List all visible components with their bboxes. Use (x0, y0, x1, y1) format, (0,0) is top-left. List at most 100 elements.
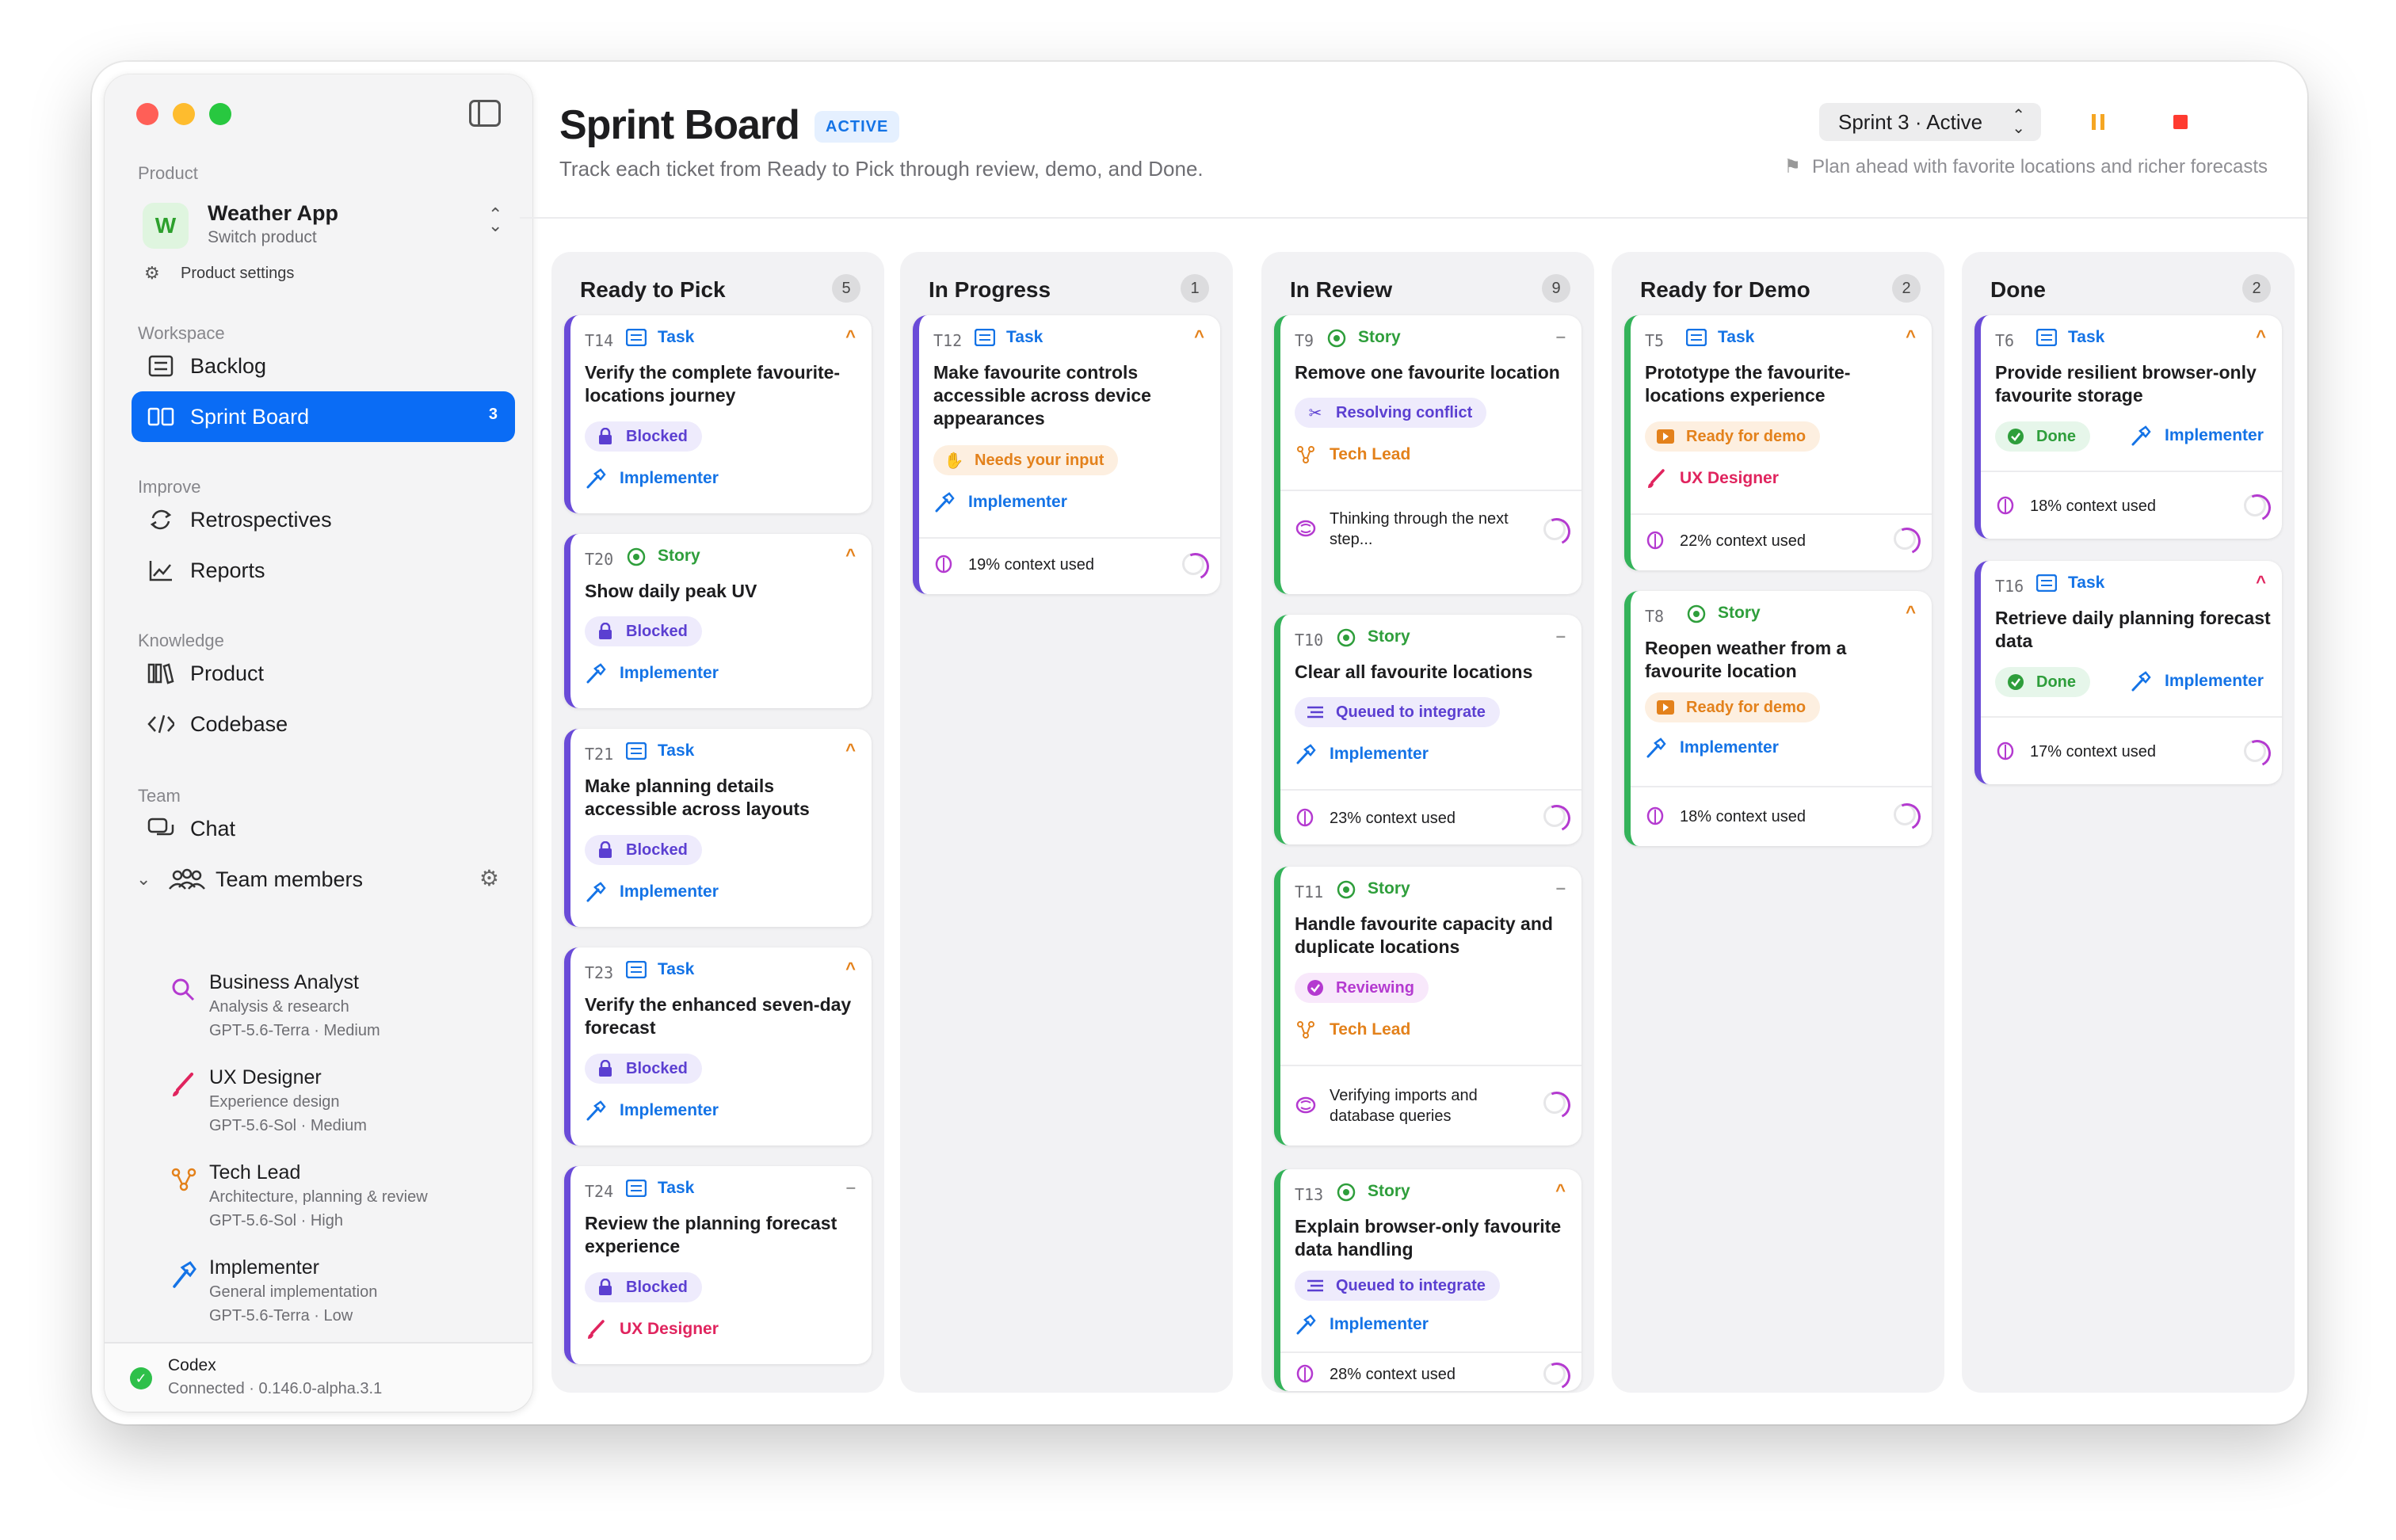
sidebar-item-label: Reports (190, 558, 265, 582)
ticket-card-t12[interactable]: T12 Task ^ Make favourite controls acces… (913, 315, 1220, 594)
assignee-role: Implementer (2130, 670, 2264, 692)
sidebar-item-retrospectives[interactable]: Retrospectives (132, 494, 515, 545)
ticket-card-t5[interactable]: T5 Task ^ Prototype the favourite-locati… (1624, 315, 1932, 570)
ticket-type: Task (2036, 574, 2104, 593)
ticket-type: Story (1326, 328, 1401, 348)
assignee-role: UX Designer (1645, 467, 1779, 490)
sidebar-item-label: Codebase (190, 711, 288, 736)
sprint-select-value: Sprint 3 · Active (1838, 109, 1983, 134)
sidebar-toggle-icon[interactable] (469, 100, 501, 127)
column-ready-to-pick: Ready to Pick 5 T14 Task ^ Verify the co… (551, 252, 884, 1393)
ticket-title: Verify the enhanced seven-day forecast (585, 994, 852, 1038)
brain-icon (1645, 531, 1665, 551)
status-badge: Ready for demo (1645, 692, 1821, 722)
ticket-card-t11[interactable]: T11 Story – Handle favourite capacity an… (1274, 867, 1581, 1145)
ticket-card-t24[interactable]: T24 Task – Review the planning forecast … (564, 1166, 872, 1364)
progress-spinner (1543, 1092, 1566, 1114)
ticket-type: Story (626, 547, 700, 566)
sidebar-item-backlog[interactable]: Backlog (132, 341, 515, 391)
story-icon (626, 547, 647, 566)
header-divider (520, 217, 2307, 219)
product-switch-label[interactable]: Switch product (208, 228, 317, 247)
minimize-window-button[interactable] (173, 103, 195, 125)
ticket-card-t14[interactable]: T14 Task ^ Verify the complete favourite… (564, 315, 872, 513)
product-name[interactable]: Weather App (208, 201, 338, 226)
priority-chevron-up-icon: ^ (845, 740, 856, 760)
priority-chevron-up-icon: ^ (845, 959, 856, 978)
story-icon (1336, 880, 1356, 899)
sidebar-item-product[interactable]: Product (132, 648, 515, 699)
status-badge: Blocked (585, 1272, 702, 1302)
assignee-role: Tech Lead (1295, 1019, 1410, 1041)
ticket-card-t21[interactable]: T21 Task ^ Make planning details accessi… (564, 729, 872, 927)
ticket-type: Task (626, 1179, 694, 1198)
hammer-icon (2130, 425, 2152, 447)
flag-icon: ⚑ (1784, 156, 1802, 177)
ticket-card-t13[interactable]: T13 Story ^ Explain browser-only favouri… (1274, 1169, 1581, 1391)
sprint-select[interactable]: Sprint 3 · Active ⌃ ⌄ (1819, 103, 2041, 141)
gear-icon: ⚙ (144, 263, 160, 283)
ticket-id: T13 (1295, 1185, 1324, 1204)
sidebar-item-chat[interactable]: Chat (132, 803, 515, 854)
page-title: Sprint Board (559, 102, 800, 148)
ticket-card-t6[interactable]: T6 Task ^ Provide resilient browser-only… (1974, 315, 2282, 539)
ticket-id: T9 (1295, 331, 1314, 350)
task-icon (2036, 574, 2057, 592)
network-icon (168, 1165, 200, 1196)
assignee-role: Implementer (585, 1100, 719, 1122)
member-role-desc: Experience design (209, 1093, 340, 1111)
chart-icon (147, 557, 174, 584)
sidebar-item-reports[interactable]: Reports (132, 545, 515, 596)
priority-chevron-up-icon: ^ (845, 326, 856, 346)
paintbrush-icon (585, 1318, 607, 1340)
status-badge: ✋ Needs your input (933, 445, 1119, 475)
tools-icon: ✂ (1308, 404, 1322, 422)
pause-button[interactable] (2065, 103, 2131, 141)
ticket-type: Story (1336, 627, 1410, 647)
close-window-button[interactable] (136, 103, 158, 125)
task-icon (626, 961, 647, 978)
ticket-id: T6 (1995, 331, 2015, 350)
chevron-down-icon[interactable]: ⌄ (136, 869, 160, 890)
chevron-updown-icon[interactable]: ⌃ ⌄ (488, 206, 502, 234)
sidebar-item-label: Team members (216, 867, 364, 891)
chevron-updown-icon: ⌃ ⌄ (2012, 107, 2025, 137)
context-usage: 19% context used (933, 555, 1094, 575)
agent-activity: Verifying imports and database queries (1295, 1085, 1536, 1126)
column-title: Done (1990, 277, 2046, 302)
brain-icon (933, 555, 954, 575)
sprint-goal-text: Plan ahead with favorite locations and r… (1812, 156, 2268, 177)
ticket-card-t8[interactable]: T8 Story ^ Reopen weather from a favouri… (1624, 591, 1932, 846)
network-icon (1295, 444, 1317, 466)
column-title: Ready for Demo (1640, 277, 1810, 302)
column-title: In Review (1290, 277, 1393, 302)
ticket-card-t9[interactable]: T9 Story – Remove one favourite location… (1274, 315, 1581, 594)
column-title: In Progress (929, 277, 1051, 302)
ticket-card-t10[interactable]: T10 Story – Clear all favourite location… (1274, 615, 1581, 844)
ticket-card-t20[interactable]: T20 Story ^ Show daily peak UV Blocked I… (564, 534, 872, 708)
sidebar-item-team-members[interactable]: ⌄ Team members ⚙ (132, 854, 515, 905)
context-usage: 22% context used (1645, 531, 1806, 551)
sidebar-item-sprint-board[interactable]: Sprint Board 3 (132, 391, 515, 442)
column-done: Done 2 T6 Task ^ Provide resilient brows… (1962, 252, 2295, 1393)
ticket-title: Review the planning forecast experience (585, 1213, 837, 1256)
context-usage: 28% context used (1295, 1364, 1456, 1385)
priority-chevron-up-icon: ^ (1194, 326, 1204, 346)
priority-chevron-up-icon: ^ (1906, 326, 1916, 346)
sidebar-item-codebase[interactable]: Codebase (132, 699, 515, 749)
sprint-board-count-badge: 3 (488, 406, 498, 423)
hand-icon: ✋ (944, 452, 964, 470)
product-settings-link[interactable]: Product settings (181, 265, 294, 283)
ticket-card-t16[interactable]: T16 Task ^ Retrieve daily planning forec… (1974, 561, 2282, 784)
ticket-card-t23[interactable]: T23 Task ^ Verify the enhanced seven-day… (564, 947, 872, 1145)
priority-dash-icon: – (845, 1177, 856, 1197)
ticket-type: Task (2036, 328, 2104, 347)
task-icon (975, 329, 995, 346)
team-settings-gear-icon[interactable]: ⚙ (479, 865, 499, 891)
stop-button[interactable] (2147, 103, 2214, 141)
zoom-window-button[interactable] (209, 103, 231, 125)
network-icon (1295, 1019, 1317, 1041)
story-icon (1336, 1183, 1356, 1202)
ticket-id: T24 (585, 1182, 614, 1201)
ticket-title: Clear all favourite locations (1295, 661, 1533, 682)
